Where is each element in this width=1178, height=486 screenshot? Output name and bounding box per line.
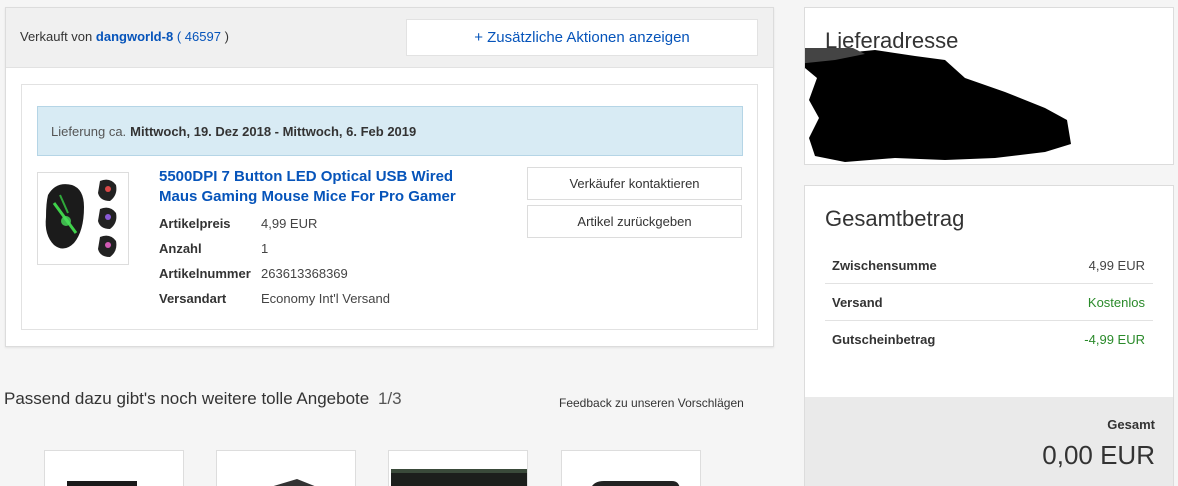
- spec-label: Artikelnummer: [159, 266, 251, 281]
- redacted-address-block: [805, 48, 1071, 162]
- product-image: [273, 479, 315, 486]
- summary-row: Versand Kostenlos: [825, 284, 1153, 321]
- shipping-address-card: Lieferadresse: [804, 7, 1174, 165]
- summary-row: Zwischensumme 4,99 EUR: [825, 247, 1153, 284]
- spec-value: 263613368369: [261, 266, 348, 281]
- summary-label: Versand: [832, 295, 883, 310]
- recommendations-pager: 1/3: [377, 389, 402, 408]
- order-total-card: Gesamtbetrag Zwischensumme 4,99 EUR Vers…: [804, 185, 1174, 486]
- summary-value: Kostenlos: [1087, 295, 1145, 310]
- spec-label: Anzahl: [159, 241, 202, 256]
- recommendations-title: Passend dazu gibt's noch weitere tolle A…: [4, 389, 402, 409]
- feedback-paren-open: (: [176, 29, 182, 44]
- recommendation-card[interactable]: [561, 450, 701, 486]
- recommendation-card[interactable]: [44, 450, 184, 486]
- seller-feedback-count[interactable]: 46597: [185, 29, 221, 44]
- order-card: Verkauft von dangworld-8 ( 46597 ) + Zus…: [5, 7, 774, 347]
- delivery-estimate: Lieferung ca. Mittwoch, 19. Dez 2018 - M…: [37, 106, 743, 156]
- spec-value: 4,99 EUR: [261, 216, 318, 231]
- delivery-range: Mittwoch, 19. Dez 2018 - Mittwoch, 6. Fe…: [130, 123, 417, 139]
- spec-label: Versandart: [159, 291, 227, 306]
- product-image: [391, 469, 527, 486]
- recommendations-heading: Passend dazu gibt's noch weitere tolle A…: [4, 389, 370, 408]
- summary-value: 4,99 EUR: [1088, 258, 1145, 273]
- grand-total-label: Gesamt: [1107, 417, 1155, 432]
- summary-label: Gutscheinbetrag: [832, 332, 936, 347]
- recommendation-card[interactable]: [216, 450, 356, 486]
- sold-by-label: Verkauft von: [20, 29, 93, 44]
- more-actions-button[interactable]: + Zusätzliche Aktionen anzeigen: [406, 19, 758, 56]
- contact-seller-button[interactable]: Verkäufer kontaktieren: [527, 167, 742, 200]
- summary-row: Gutscheinbetrag -4,99 EUR: [825, 321, 1153, 358]
- spec-value: Economy Int'l Versand: [261, 291, 390, 306]
- grand-total-value: 0,00 EUR: [1042, 440, 1155, 470]
- grand-total-section: Gesamt 0,00 EUR: [805, 397, 1173, 486]
- seller-name-link[interactable]: dangworld-8: [96, 29, 173, 44]
- summary-value: -4,99 EUR: [1084, 332, 1145, 347]
- spec-label: Artikelpreis: [159, 216, 231, 231]
- return-item-button[interactable]: Artikel zurückgeben: [527, 205, 742, 238]
- order-header: Verkauft von dangworld-8 ( 46597 ) + Zus…: [6, 8, 773, 68]
- product-image: [67, 481, 137, 486]
- delivery-prefix: Lieferung ca.: [51, 123, 127, 139]
- recommendations-feedback-link[interactable]: Feedback zu unseren Vorschlägen: [559, 396, 744, 410]
- feedback-paren-close: ): [224, 29, 229, 44]
- gaming-mouse-image: [45, 179, 117, 257]
- sold-by: Verkauft von dangworld-8 ( 46597 ): [20, 29, 229, 44]
- order-total-title: Gesamtbetrag: [825, 206, 965, 231]
- spec-value: 1: [261, 241, 269, 256]
- summary-label: Zwischensumme: [832, 258, 937, 273]
- item-thumbnail[interactable]: [37, 172, 129, 265]
- order-item-box: Lieferung ca. Mittwoch, 19. Dez 2018 - M…: [21, 84, 758, 330]
- item-title-link[interactable]: 5500DPI 7 Button LED Optical USB Wired M…: [159, 167, 489, 207]
- recommendation-card[interactable]: [388, 450, 528, 486]
- product-image: [592, 481, 680, 486]
